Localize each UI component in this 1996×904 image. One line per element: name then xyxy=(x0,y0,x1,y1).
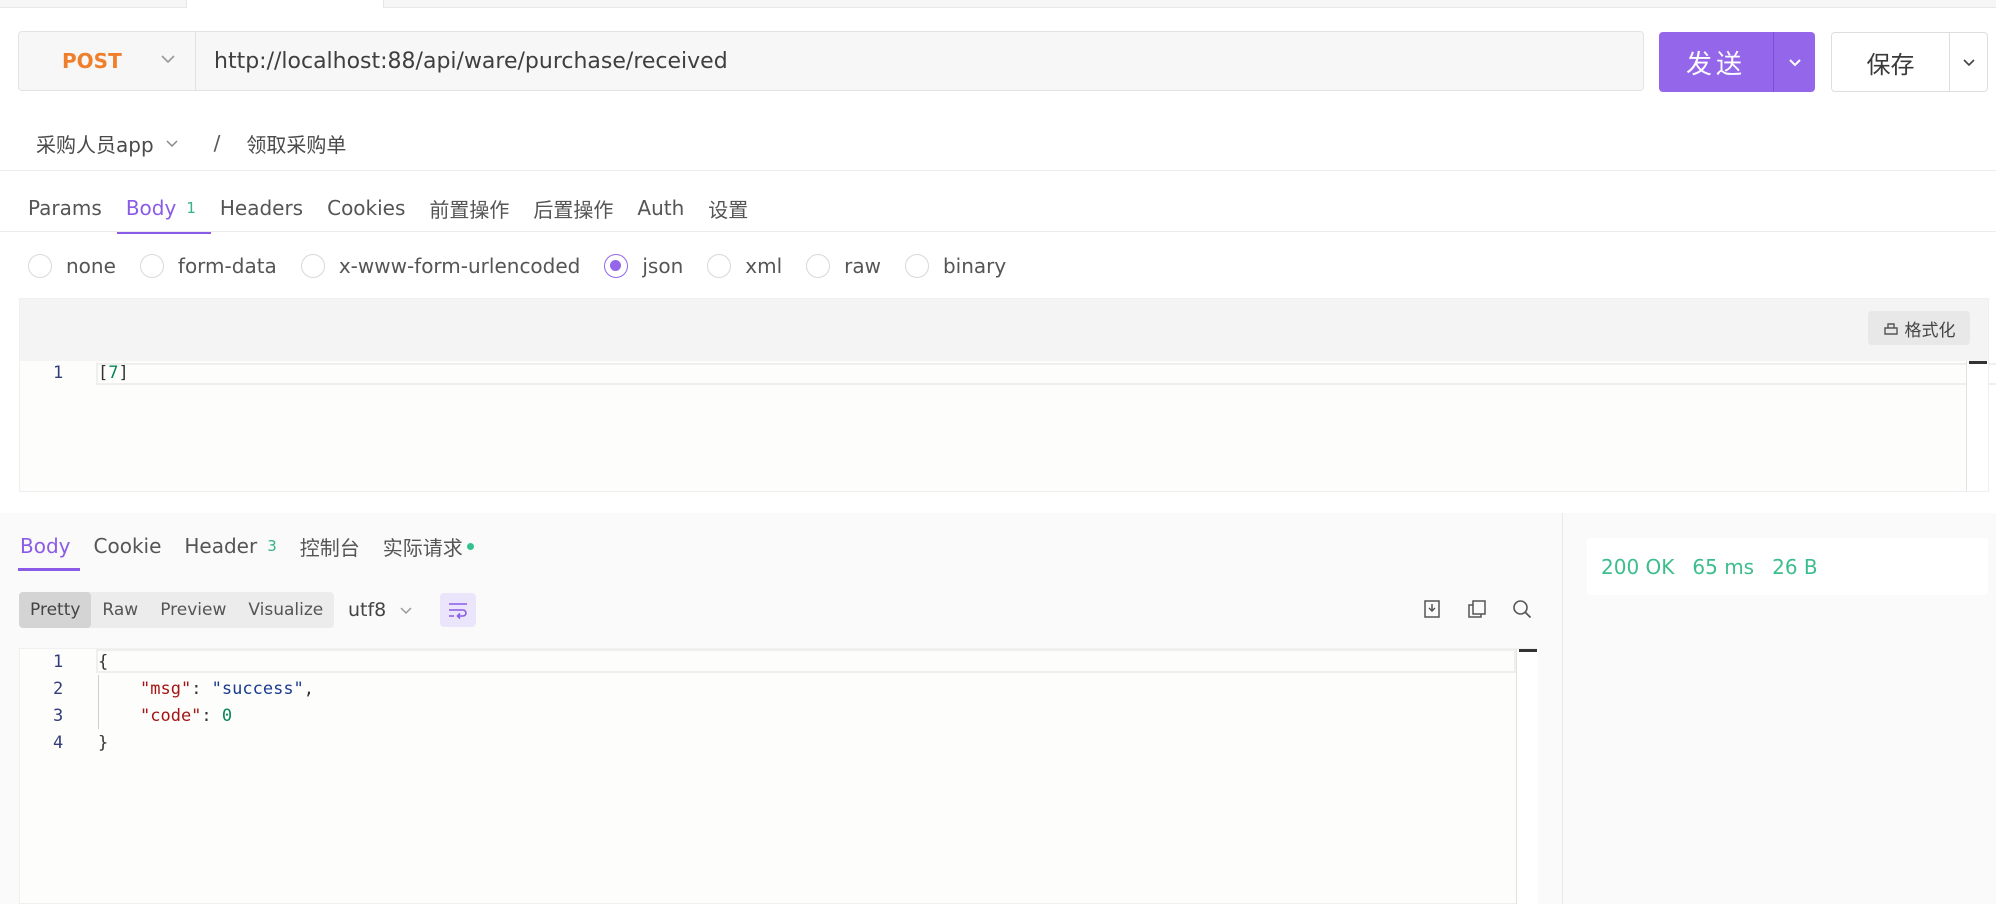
method-label: POST xyxy=(62,49,122,73)
tab-headers[interactable]: Headers xyxy=(220,184,303,232)
tab-params[interactable]: Params xyxy=(28,184,102,232)
response-body-viewer[interactable]: 1 2 3 4 { "msg": "success", "code": 0 } xyxy=(19,648,1538,904)
line-number: 3 xyxy=(53,706,64,726)
editor-scrollbar[interactable] xyxy=(1966,361,1988,491)
send-button[interactable]: 发送 xyxy=(1659,32,1774,92)
response-tabs: Body Cookie Header 3 控制台 实际请求 xyxy=(18,523,497,571)
active-request-tab[interactable] xyxy=(186,0,384,8)
tab-response-body[interactable]: Body xyxy=(18,523,79,571)
radio-circle xyxy=(707,254,732,278)
radio-xml[interactable]: xml xyxy=(707,254,782,278)
code-line: { xyxy=(98,652,109,672)
response-size: 26 B xyxy=(1772,554,1818,579)
broom-icon xyxy=(1883,323,1898,335)
tab-console[interactable]: 控制台 xyxy=(300,523,360,569)
encoding-select[interactable]: utf8 xyxy=(348,596,414,624)
request-tabs: Params Body 1 Headers Cookies 前置操作 后置操作 A… xyxy=(28,184,772,234)
radio-none[interactable]: none xyxy=(28,254,116,278)
scrollbar-thumb[interactable] xyxy=(1969,361,1987,364)
wrap-lines-icon xyxy=(449,603,467,620)
download-icon[interactable] xyxy=(1421,598,1443,620)
line-number: 2 xyxy=(53,679,64,699)
code-line: "msg": "success", xyxy=(140,679,315,699)
request-code-area[interactable]: 1 [7] xyxy=(20,361,1996,491)
tab-response-cookie[interactable]: Cookie xyxy=(94,523,162,569)
breadcrumb-folder[interactable]: 采购人员app xyxy=(36,129,154,158)
divider xyxy=(0,170,1996,171)
response-status-bar: 200 OK 65 ms 26 B xyxy=(1587,538,1988,595)
tab-response-header[interactable]: Header 3 xyxy=(184,523,276,569)
view-mode-selector: Pretty Raw Preview Visualize xyxy=(19,592,335,628)
status-dot xyxy=(466,542,474,550)
chevron-down-icon xyxy=(161,55,175,64)
radio-circle xyxy=(904,254,929,278)
radio-circle xyxy=(300,254,325,278)
radio-circle xyxy=(806,254,831,278)
tab-settings[interactable]: 设置 xyxy=(708,184,748,232)
chevron-down-icon[interactable] xyxy=(164,135,180,151)
radio-json[interactable]: json xyxy=(604,254,683,278)
divider xyxy=(0,231,1996,232)
breadcrumb: 采购人员app / 领取采购单 xyxy=(36,126,346,160)
radio-binary[interactable]: binary xyxy=(904,254,1006,278)
line-number: 1 xyxy=(53,652,64,672)
url-text: http://localhost:88/api/ware/purchase/re… xyxy=(214,48,728,74)
current-line-highlight xyxy=(96,363,1996,385)
view-raw[interactable]: Raw xyxy=(91,592,149,628)
send-dropdown-button[interactable] xyxy=(1774,32,1815,92)
radio-raw[interactable]: raw xyxy=(806,254,881,278)
editor-toolbar: 格式化 xyxy=(20,299,1988,361)
chevron-down-icon xyxy=(1962,59,1975,67)
line-number: 4 xyxy=(53,733,64,753)
header-count-badge: 3 xyxy=(267,537,277,555)
body-count-badge: 1 xyxy=(186,199,196,217)
code-line: "code": 0 xyxy=(140,706,233,726)
breadcrumb-name[interactable]: 领取采购单 xyxy=(246,129,346,158)
tab-strip xyxy=(0,0,1996,8)
view-visualize[interactable]: Visualize xyxy=(237,592,334,628)
radio-circle xyxy=(139,254,164,278)
code-line: } xyxy=(98,733,109,753)
word-wrap-button[interactable] xyxy=(440,593,476,627)
view-preview[interactable]: Preview xyxy=(149,592,237,628)
tab-post-request[interactable]: 后置操作 xyxy=(533,184,613,232)
current-line-highlight xyxy=(96,649,1516,673)
save-dropdown-button[interactable] xyxy=(1950,33,1987,91)
chevron-down-icon xyxy=(1788,59,1801,67)
format-button[interactable]: 格式化 xyxy=(1868,311,1970,345)
save-button[interactable]: 保存 xyxy=(1832,33,1950,91)
radio-circle xyxy=(604,254,629,278)
tab-actual-request[interactable]: 实际请求 xyxy=(383,523,474,569)
breadcrumb-separator: / xyxy=(213,131,221,155)
radio-form-data[interactable]: form-data xyxy=(139,254,277,278)
tab-cookies[interactable]: Cookies xyxy=(327,184,405,232)
response-scrollbar[interactable] xyxy=(1516,649,1538,904)
request-body-editor: 格式化 1 [7] xyxy=(19,298,1996,492)
panel-divider[interactable] xyxy=(1562,513,1563,904)
status-code: 200 OK xyxy=(1601,554,1675,579)
indent-guide xyxy=(98,675,99,729)
chevron-down-icon xyxy=(400,607,412,615)
search-icon[interactable] xyxy=(1511,598,1533,620)
send-button-group: 发送 xyxy=(1659,32,1815,92)
request-bar: POST http://localhost:88/api/ware/purcha… xyxy=(18,31,1644,91)
save-button-group: 保存 xyxy=(1831,32,1988,92)
line-number: 1 xyxy=(53,363,64,383)
method-select[interactable]: POST xyxy=(19,32,196,90)
response-time: 65 ms xyxy=(1692,554,1755,579)
url-input[interactable]: http://localhost:88/api/ware/purchase/re… xyxy=(196,32,1643,90)
scrollbar-thumb[interactable] xyxy=(1519,649,1537,652)
view-pretty[interactable]: Pretty xyxy=(19,592,92,628)
radio-circle xyxy=(28,254,52,278)
tab-pre-request[interactable]: 前置操作 xyxy=(429,184,509,232)
tab-body[interactable]: Body 1 xyxy=(116,184,211,234)
body-type-radios: none form-data x-www-form-urlencoded jso… xyxy=(28,250,1030,282)
radio-urlencoded[interactable]: x-www-form-urlencoded xyxy=(300,254,580,278)
tab-auth[interactable]: Auth xyxy=(637,184,684,232)
copy-icon[interactable] xyxy=(1466,598,1488,620)
code-line: [7] xyxy=(98,363,129,383)
